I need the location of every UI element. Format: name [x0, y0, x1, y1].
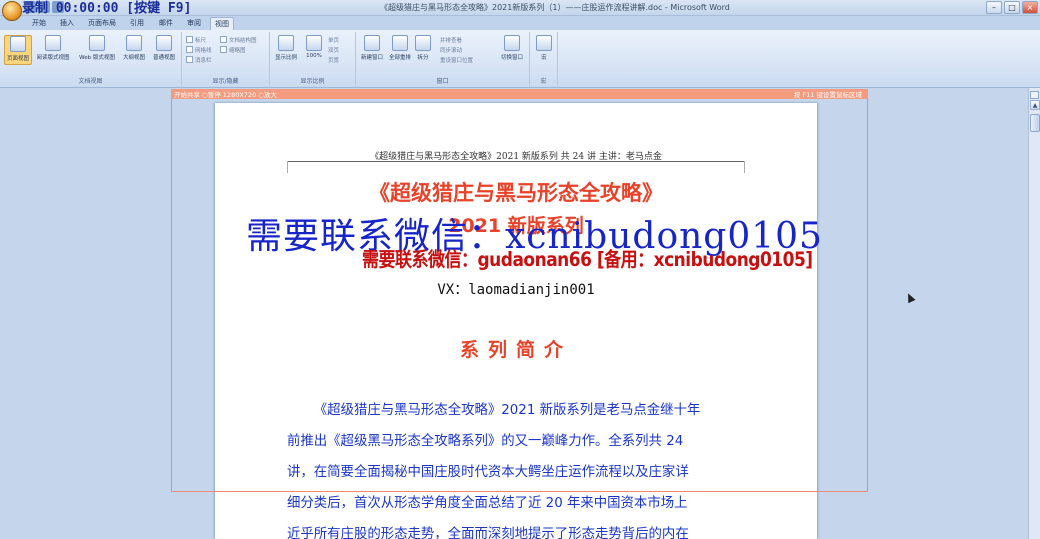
- message-bar-checkbox[interactable]: 消息栏: [186, 56, 212, 64]
- group-label: 窗口: [436, 78, 449, 85]
- tab-page-layout[interactable]: 页面布局: [84, 17, 120, 30]
- close-button[interactable]: ×: [1022, 1, 1038, 14]
- group-document-views: 页面视图 阅读版式视图 Web 版式视图 大纲视图 普通视图 文档视图: [0, 32, 182, 86]
- window-controls: – □ ×: [986, 1, 1038, 14]
- group-macros: 宏 宏: [530, 32, 558, 86]
- page-icon: [10, 36, 26, 52]
- macros-button[interactable]: 宏: [530, 35, 558, 61]
- window-title: 《超级猎庄与黑马形态全攻略》2021新版系列（1）——庄股运作流程讲解.doc …: [380, 3, 730, 12]
- two-pages-button[interactable]: 双页: [328, 46, 339, 54]
- intro-line: 讲，在简要全面揭秘中国庄股时代资本大鳄坐庄运作流程以及庄家详: [287, 465, 689, 480]
- side-by-side-button[interactable]: 并排查看: [440, 36, 462, 44]
- group-label: 宏: [540, 78, 547, 85]
- tab-view[interactable]: 视图: [210, 17, 234, 30]
- contact-line: VX：laomadianjin001: [437, 282, 595, 298]
- header-corner-left: [287, 161, 288, 173]
- reset-window-position-button[interactable]: 重设窗口位置: [440, 56, 473, 64]
- ribbon-tabs: 开始 插入 页面布局 引用 邮件 审阅 视图: [0, 16, 1040, 30]
- intro-line: 《超级猎庄与黑马形态全攻略》2021 新版系列是老马点金继十年: [313, 403, 701, 418]
- group-label: 显示比例: [300, 78, 325, 85]
- recorder-hint: 按 F11 键设置鼠标区域: [793, 91, 862, 99]
- document-map-checkbox[interactable]: 文档结构图: [220, 36, 257, 44]
- section-title: 系列简介: [459, 339, 572, 361]
- recorder-controls[interactable]: 开始共享 ○暂停 1280X720 ○放大: [174, 89, 277, 99]
- switch-windows-icon: [504, 35, 520, 51]
- synchronous-scrolling-button[interactable]: 同步滚动: [440, 46, 462, 54]
- tab-review[interactable]: 审阅: [183, 17, 205, 30]
- header-rule: [287, 161, 745, 162]
- intro-line: 细分类后，首次从形态学角度全面总结了近 20 年来中国资本市场上: [287, 496, 688, 511]
- header-corner-right: [744, 161, 745, 173]
- recording-timer: 录制 00:00:00 [按键 F9]: [22, 1, 192, 16]
- split-button[interactable]: 拆分: [412, 35, 434, 61]
- group-label: 显示/隐藏: [212, 78, 239, 85]
- zoom-button[interactable]: 显示比例: [272, 35, 300, 61]
- page-100-icon: [306, 35, 322, 51]
- scroll-up-arrow-icon[interactable]: ▲: [1030, 100, 1040, 110]
- watermark-stamp: 需要联系微信：gudaonan66 [备用：xcnibudong0105]: [362, 248, 813, 272]
- tab-home[interactable]: 开始: [28, 17, 50, 30]
- ribbon: 页面视图 阅读版式视图 Web 版式视图 大纲视图 普通视图 文档视图 标尺 网…: [0, 30, 1040, 88]
- maximize-button[interactable]: □: [1004, 1, 1020, 14]
- office-button[interactable]: [2, 1, 22, 21]
- group-window: 新建窗口 全部重排 拆分 并排查看 同步滚动 重设窗口位置 切换窗口 窗口: [356, 32, 530, 86]
- split-icon: [415, 35, 431, 51]
- tab-mailings[interactable]: 邮件: [155, 17, 177, 30]
- new-window-icon: [364, 35, 380, 51]
- outline-icon: [126, 35, 142, 51]
- arrange-all-button[interactable]: 全部重排: [386, 35, 414, 61]
- intro-line: 近乎所有庄股的形态走势，全面而深刻地提示了形态走势背后的内在: [287, 527, 689, 539]
- globe-icon: [89, 35, 105, 51]
- zoom-100-button[interactable]: 100%: [300, 35, 328, 59]
- intro-line: 前推出《超级黑马形态全攻略系列》的又一巅峰力作。全系列共 24: [287, 434, 684, 449]
- outline-button[interactable]: 大纲视图: [120, 35, 148, 61]
- magnifier-icon: [278, 35, 294, 51]
- tab-references[interactable]: 引用: [126, 17, 148, 30]
- arrange-icon: [392, 35, 408, 51]
- full-screen-reading-button[interactable]: 阅读版式视图: [34, 35, 72, 61]
- tab-insert[interactable]: 插入: [56, 17, 78, 30]
- web-layout-button[interactable]: Web 版式视图: [76, 35, 118, 61]
- thumbnails-checkbox[interactable]: 缩略图: [220, 46, 246, 54]
- group-show-hide: 标尺 网格线 消息栏 文档结构图 缩略图 显示/隐藏: [182, 32, 270, 86]
- mouse-cursor-icon: [904, 291, 916, 304]
- macro-icon: [536, 35, 552, 51]
- gridlines-checkbox[interactable]: 网格线: [186, 46, 212, 54]
- document-title: 《超级猎庄与黑马形态全攻略》: [369, 181, 663, 205]
- switch-windows-button[interactable]: 切换窗口: [496, 35, 528, 61]
- scroll-thumb[interactable]: [1030, 114, 1040, 132]
- book-icon: [45, 35, 61, 51]
- new-window-button[interactable]: 新建窗口: [358, 35, 386, 61]
- one-page-button[interactable]: 单页: [328, 36, 339, 44]
- group-label: 文档视图: [78, 78, 103, 85]
- document-page[interactable]: 《超级猎庄与黑马形态全攻略》2021 新版系列 共 24 讲 主讲：老马点金 《…: [215, 103, 817, 539]
- page-width-button[interactable]: 页宽: [328, 56, 339, 64]
- print-layout-button[interactable]: 页面视图: [4, 35, 32, 65]
- view-ruler-icon[interactable]: [1030, 91, 1039, 99]
- draft-button[interactable]: 普通视图: [150, 35, 178, 61]
- intro-paragraph: 《超级猎庄与黑马形态全攻略》2021 新版系列是老马点金继十年 前推出《超级黑马…: [287, 395, 745, 539]
- vertical-scrollbar[interactable]: ▲: [1028, 88, 1040, 539]
- group-zoom: 显示比例 100% 单页 双页 页宽 显示比例: [270, 32, 356, 86]
- draft-icon: [156, 35, 172, 51]
- ruler-checkbox[interactable]: 标尺: [186, 36, 206, 44]
- minimize-button[interactable]: –: [986, 1, 1002, 14]
